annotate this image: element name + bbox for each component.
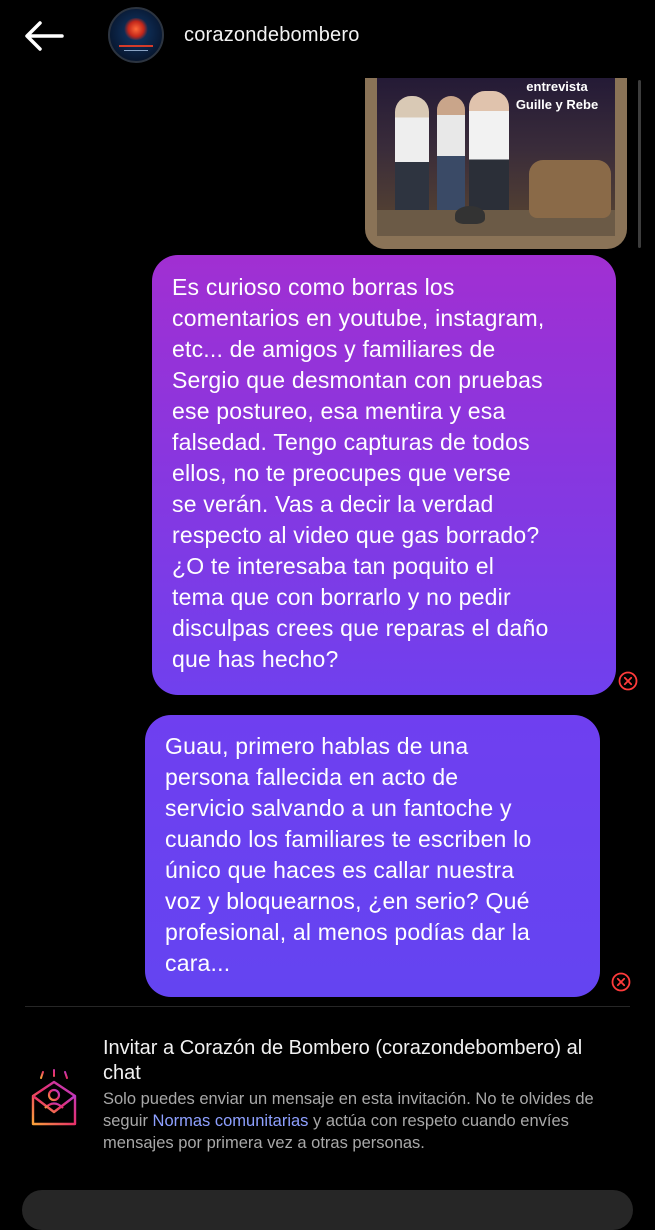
error-icon[interactable] — [611, 972, 631, 992]
photo-caption: entrevista Guille y Rebe — [515, 79, 599, 112]
error-icon[interactable] — [618, 671, 638, 691]
chat-username[interactable]: corazondebombero — [184, 24, 360, 47]
shared-photo[interactable]: entrevista Guille y Rebe — [365, 78, 627, 249]
back-arrow-icon[interactable] — [22, 18, 66, 54]
message-composer[interactable] — [22, 1190, 633, 1230]
community-guidelines-link[interactable]: Normas comunitarias — [153, 1112, 309, 1130]
invite-body: Solo puedes enviar un mensaje en esta in… — [103, 1090, 594, 1152]
scrollbar[interactable] — [638, 80, 641, 248]
envelope-invite-icon — [29, 1068, 79, 1128]
invite-title: Invitar a Corazón de Bombero (corazondeb… — [103, 1037, 583, 1084]
chat-header: corazondebombero — [0, 0, 655, 78]
message-bubble[interactable]: Es curioso como borras los comentarios e… — [152, 255, 616, 695]
divider — [25, 1006, 630, 1007]
avatar[interactable] — [108, 7, 164, 63]
message-bubble[interactable]: Guau, primero hablas de una persona fall… — [145, 715, 600, 997]
